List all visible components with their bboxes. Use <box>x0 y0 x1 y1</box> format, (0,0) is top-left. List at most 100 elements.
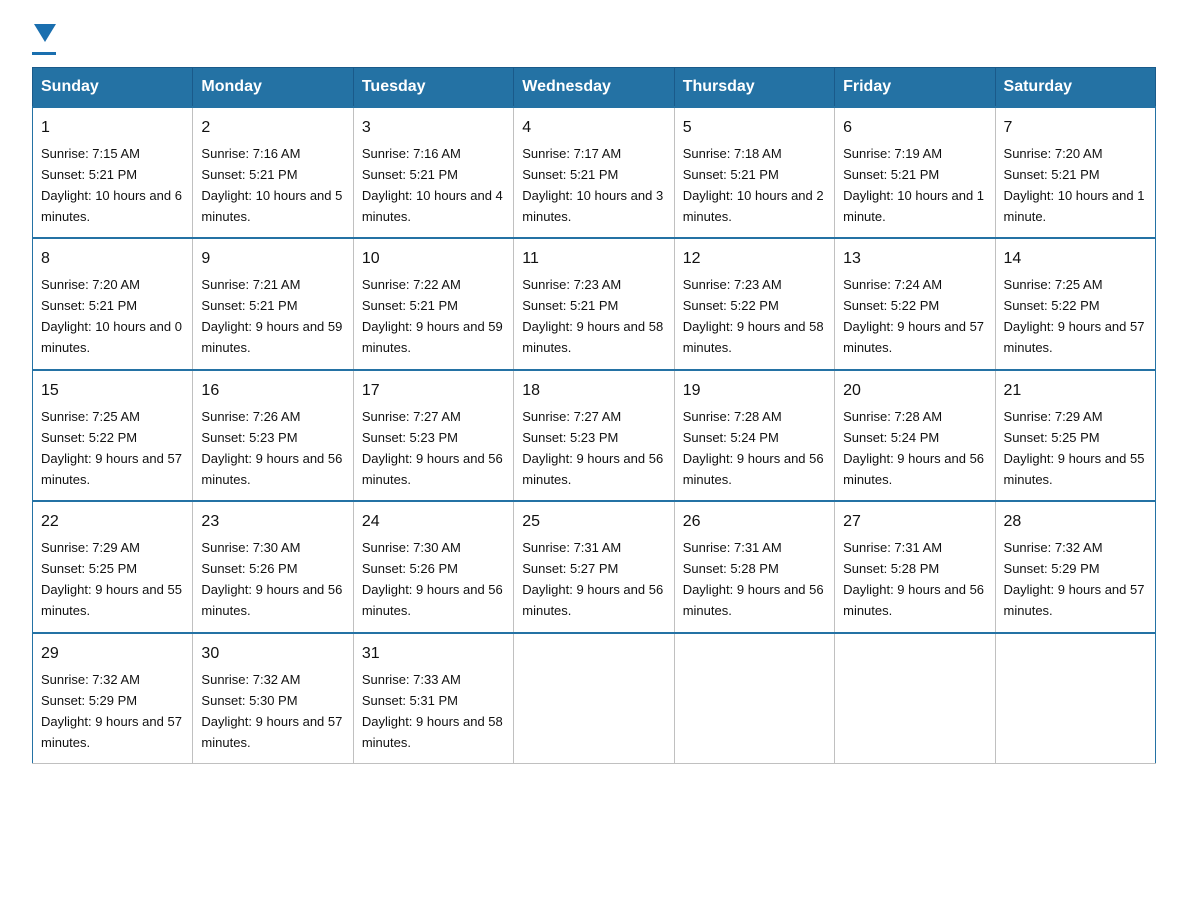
day-info: Sunrise: 7:33 AMSunset: 5:31 PMDaylight:… <box>362 672 503 750</box>
day-number: 16 <box>201 379 344 404</box>
day-header-friday: Friday <box>835 68 995 108</box>
day-info: Sunrise: 7:16 AMSunset: 5:21 PMDaylight:… <box>362 146 503 224</box>
day-info: Sunrise: 7:27 AMSunset: 5:23 PMDaylight:… <box>522 409 663 487</box>
day-number: 17 <box>362 379 505 404</box>
calendar-cell: 29 Sunrise: 7:32 AMSunset: 5:29 PMDaylig… <box>33 633 193 764</box>
calendar-cell: 22 Sunrise: 7:29 AMSunset: 5:25 PMDaylig… <box>33 501 193 632</box>
calendar-cell <box>835 633 995 764</box>
week-row-3: 15 Sunrise: 7:25 AMSunset: 5:22 PMDaylig… <box>33 370 1156 501</box>
day-number: 30 <box>201 642 344 667</box>
day-number: 15 <box>41 379 184 404</box>
day-header-monday: Monday <box>193 68 353 108</box>
day-number: 5 <box>683 116 826 141</box>
calendar-cell <box>995 633 1155 764</box>
day-header-thursday: Thursday <box>674 68 834 108</box>
day-number: 1 <box>41 116 184 141</box>
day-number: 9 <box>201 247 344 272</box>
calendar-cell: 28 Sunrise: 7:32 AMSunset: 5:29 PMDaylig… <box>995 501 1155 632</box>
day-info: Sunrise: 7:31 AMSunset: 5:27 PMDaylight:… <box>522 540 663 618</box>
calendar-cell: 23 Sunrise: 7:30 AMSunset: 5:26 PMDaylig… <box>193 501 353 632</box>
day-info: Sunrise: 7:32 AMSunset: 5:29 PMDaylight:… <box>41 672 182 750</box>
calendar-cell: 24 Sunrise: 7:30 AMSunset: 5:26 PMDaylig… <box>353 501 513 632</box>
day-info: Sunrise: 7:22 AMSunset: 5:21 PMDaylight:… <box>362 277 503 355</box>
day-info: Sunrise: 7:31 AMSunset: 5:28 PMDaylight:… <box>683 540 824 618</box>
day-info: Sunrise: 7:23 AMSunset: 5:21 PMDaylight:… <box>522 277 663 355</box>
day-info: Sunrise: 7:31 AMSunset: 5:28 PMDaylight:… <box>843 540 984 618</box>
calendar-cell: 2 Sunrise: 7:16 AMSunset: 5:21 PMDayligh… <box>193 107 353 238</box>
header-row: SundayMondayTuesdayWednesdayThursdayFrid… <box>33 68 1156 108</box>
day-info: Sunrise: 7:17 AMSunset: 5:21 PMDaylight:… <box>522 146 663 224</box>
day-number: 19 <box>683 379 826 404</box>
calendar-header: SundayMondayTuesdayWednesdayThursdayFrid… <box>33 68 1156 108</box>
logo <box>32 24 56 55</box>
day-number: 25 <box>522 510 665 535</box>
week-row-4: 22 Sunrise: 7:29 AMSunset: 5:25 PMDaylig… <box>33 501 1156 632</box>
day-number: 10 <box>362 247 505 272</box>
day-info: Sunrise: 7:32 AMSunset: 5:29 PMDaylight:… <box>1004 540 1145 618</box>
day-number: 27 <box>843 510 986 535</box>
calendar-cell: 16 Sunrise: 7:26 AMSunset: 5:23 PMDaylig… <box>193 370 353 501</box>
day-info: Sunrise: 7:29 AMSunset: 5:25 PMDaylight:… <box>1004 409 1145 487</box>
day-number: 14 <box>1004 247 1147 272</box>
day-number: 2 <box>201 116 344 141</box>
calendar-cell: 11 Sunrise: 7:23 AMSunset: 5:21 PMDaylig… <box>514 238 674 369</box>
day-number: 31 <box>362 642 505 667</box>
day-number: 6 <box>843 116 986 141</box>
day-header-wednesday: Wednesday <box>514 68 674 108</box>
week-row-5: 29 Sunrise: 7:32 AMSunset: 5:29 PMDaylig… <box>33 633 1156 764</box>
day-info: Sunrise: 7:29 AMSunset: 5:25 PMDaylight:… <box>41 540 182 618</box>
day-info: Sunrise: 7:21 AMSunset: 5:21 PMDaylight:… <box>201 277 342 355</box>
calendar-cell: 10 Sunrise: 7:22 AMSunset: 5:21 PMDaylig… <box>353 238 513 369</box>
day-number: 13 <box>843 247 986 272</box>
day-info: Sunrise: 7:23 AMSunset: 5:22 PMDaylight:… <box>683 277 824 355</box>
calendar-cell: 4 Sunrise: 7:17 AMSunset: 5:21 PMDayligh… <box>514 107 674 238</box>
calendar-cell: 15 Sunrise: 7:25 AMSunset: 5:22 PMDaylig… <box>33 370 193 501</box>
day-number: 21 <box>1004 379 1147 404</box>
day-info: Sunrise: 7:28 AMSunset: 5:24 PMDaylight:… <box>843 409 984 487</box>
day-info: Sunrise: 7:25 AMSunset: 5:22 PMDaylight:… <box>1004 277 1145 355</box>
calendar-cell: 8 Sunrise: 7:20 AMSunset: 5:21 PMDayligh… <box>33 238 193 369</box>
day-number: 20 <box>843 379 986 404</box>
day-number: 22 <box>41 510 184 535</box>
day-info: Sunrise: 7:28 AMSunset: 5:24 PMDaylight:… <box>683 409 824 487</box>
calendar-cell: 13 Sunrise: 7:24 AMSunset: 5:22 PMDaylig… <box>835 238 995 369</box>
day-info: Sunrise: 7:18 AMSunset: 5:21 PMDaylight:… <box>683 146 824 224</box>
day-number: 11 <box>522 247 665 272</box>
day-info: Sunrise: 7:30 AMSunset: 5:26 PMDaylight:… <box>362 540 503 618</box>
calendar-cell: 19 Sunrise: 7:28 AMSunset: 5:24 PMDaylig… <box>674 370 834 501</box>
calendar-cell: 27 Sunrise: 7:31 AMSunset: 5:28 PMDaylig… <box>835 501 995 632</box>
day-number: 4 <box>522 116 665 141</box>
day-info: Sunrise: 7:30 AMSunset: 5:26 PMDaylight:… <box>201 540 342 618</box>
calendar-cell: 26 Sunrise: 7:31 AMSunset: 5:28 PMDaylig… <box>674 501 834 632</box>
calendar-cell: 18 Sunrise: 7:27 AMSunset: 5:23 PMDaylig… <box>514 370 674 501</box>
day-number: 29 <box>41 642 184 667</box>
day-info: Sunrise: 7:15 AMSunset: 5:21 PMDaylight:… <box>41 146 182 224</box>
calendar-cell: 20 Sunrise: 7:28 AMSunset: 5:24 PMDaylig… <box>835 370 995 501</box>
day-number: 8 <box>41 247 184 272</box>
calendar-cell: 31 Sunrise: 7:33 AMSunset: 5:31 PMDaylig… <box>353 633 513 764</box>
calendar-cell: 9 Sunrise: 7:21 AMSunset: 5:21 PMDayligh… <box>193 238 353 369</box>
calendar-table: SundayMondayTuesdayWednesdayThursdayFrid… <box>32 67 1156 764</box>
day-info: Sunrise: 7:32 AMSunset: 5:30 PMDaylight:… <box>201 672 342 750</box>
day-number: 3 <box>362 116 505 141</box>
week-row-2: 8 Sunrise: 7:20 AMSunset: 5:21 PMDayligh… <box>33 238 1156 369</box>
calendar-cell: 25 Sunrise: 7:31 AMSunset: 5:27 PMDaylig… <box>514 501 674 632</box>
day-number: 23 <box>201 510 344 535</box>
calendar-cell: 1 Sunrise: 7:15 AMSunset: 5:21 PMDayligh… <box>33 107 193 238</box>
day-header-tuesday: Tuesday <box>353 68 513 108</box>
day-info: Sunrise: 7:20 AMSunset: 5:21 PMDaylight:… <box>41 277 182 355</box>
day-info: Sunrise: 7:19 AMSunset: 5:21 PMDaylight:… <box>843 146 984 224</box>
day-number: 12 <box>683 247 826 272</box>
calendar-cell <box>514 633 674 764</box>
calendar-cell: 30 Sunrise: 7:32 AMSunset: 5:30 PMDaylig… <box>193 633 353 764</box>
calendar-cell: 6 Sunrise: 7:19 AMSunset: 5:21 PMDayligh… <box>835 107 995 238</box>
calendar-cell: 12 Sunrise: 7:23 AMSunset: 5:22 PMDaylig… <box>674 238 834 369</box>
day-number: 28 <box>1004 510 1147 535</box>
page-header <box>32 24 1156 55</box>
calendar-cell: 5 Sunrise: 7:18 AMSunset: 5:21 PMDayligh… <box>674 107 834 238</box>
calendar-cell <box>674 633 834 764</box>
day-header-saturday: Saturday <box>995 68 1155 108</box>
calendar-cell: 17 Sunrise: 7:27 AMSunset: 5:23 PMDaylig… <box>353 370 513 501</box>
logo-triangle-icon <box>34 24 56 42</box>
day-info: Sunrise: 7:25 AMSunset: 5:22 PMDaylight:… <box>41 409 182 487</box>
